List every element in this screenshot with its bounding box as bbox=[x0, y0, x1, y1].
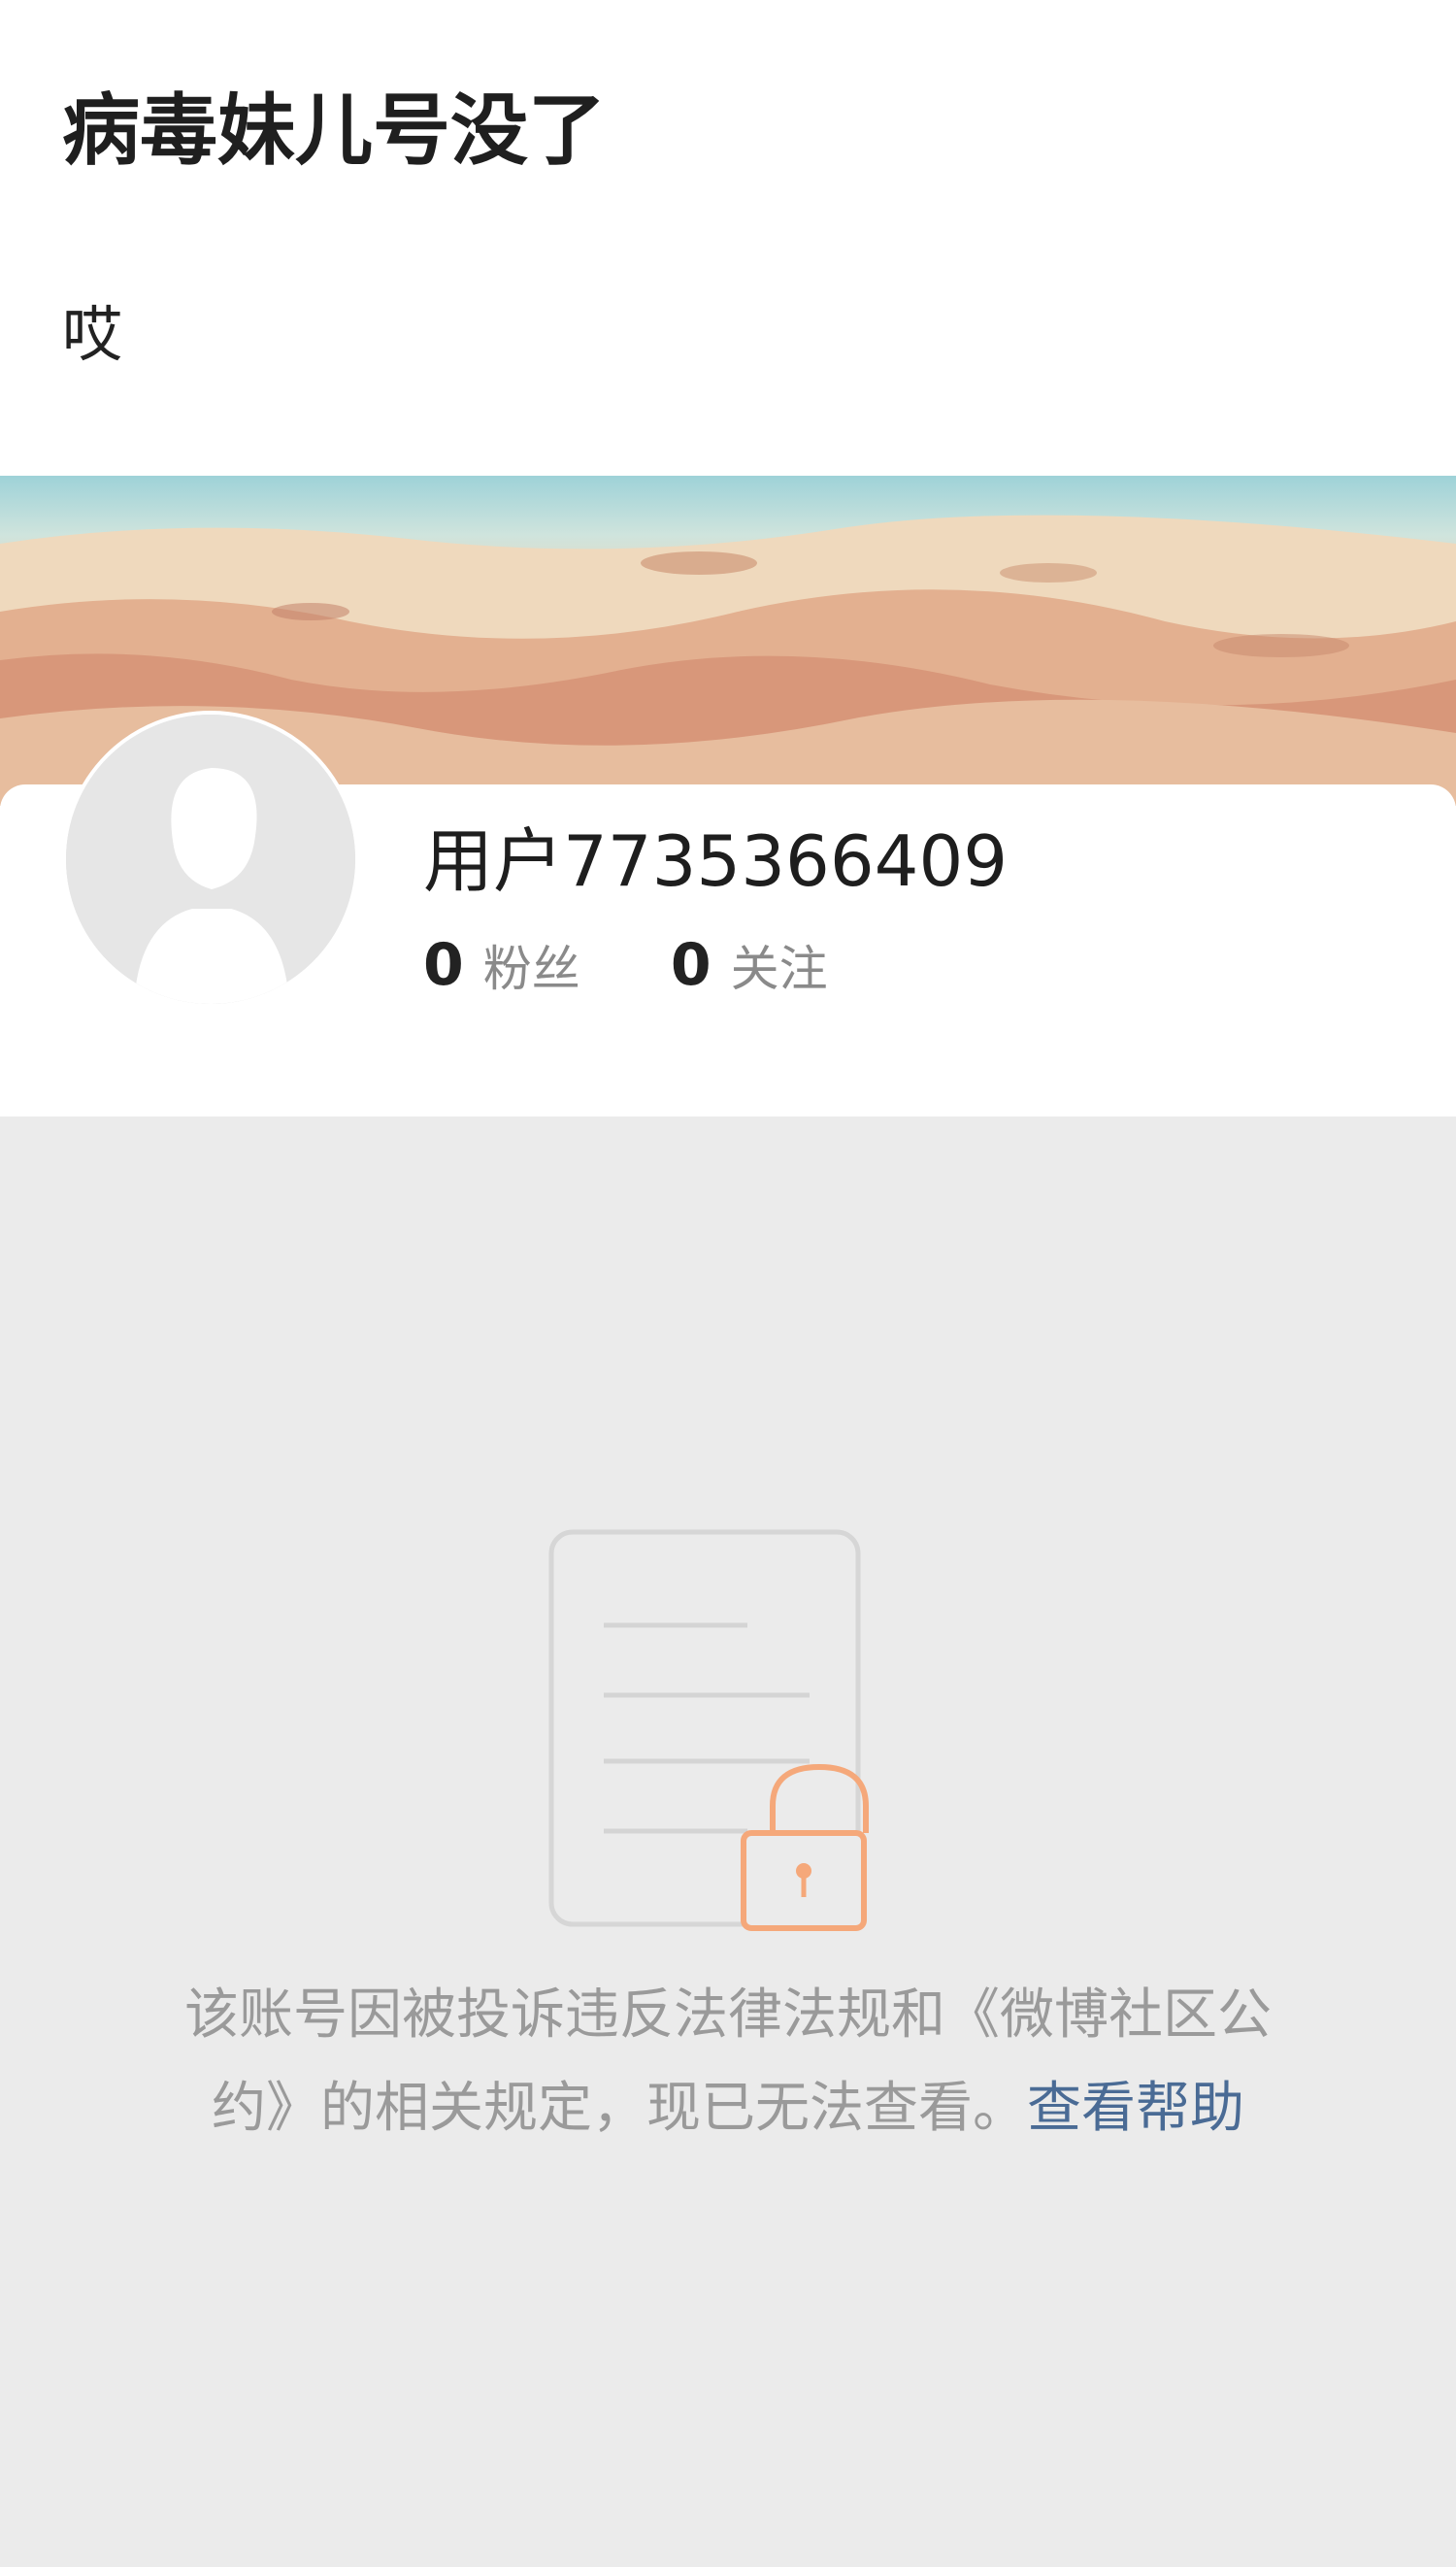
post-title: 病毒妹儿号没了 bbox=[62, 85, 606, 176]
following-count: 0 bbox=[670, 931, 711, 999]
username: 用户7735366409 bbox=[423, 820, 1009, 902]
document-lock-icon bbox=[548, 1529, 869, 1931]
avatar[interactable] bbox=[62, 711, 359, 1008]
weibo-screenshot: 病毒妹儿号没了 哎 用户7735366409 0 粉丝 0 关注 该账号因被投诉… bbox=[0, 0, 1456, 2567]
post-header: 病毒妹儿号没了 哎 bbox=[0, 0, 1456, 476]
followers-label: 粉丝 bbox=[482, 941, 580, 997]
help-link[interactable]: 查看帮助 bbox=[1027, 2077, 1244, 2140]
followers-count: 0 bbox=[423, 931, 464, 999]
post-body: 哎 bbox=[62, 299, 123, 370]
account-banned-notice: 该账号因被投诉违反法律法规和《微博社区公约》的相关规定，现已无法查看。查看帮助 bbox=[146, 1969, 1310, 2155]
default-avatar-icon bbox=[66, 715, 355, 1004]
following-stat[interactable]: 0 关注 bbox=[671, 930, 828, 1000]
following-label: 关注 bbox=[730, 941, 828, 997]
followers-stat[interactable]: 0 粉丝 bbox=[423, 930, 580, 1000]
profile-stats: 0 粉丝 0 关注 bbox=[423, 930, 913, 1008]
